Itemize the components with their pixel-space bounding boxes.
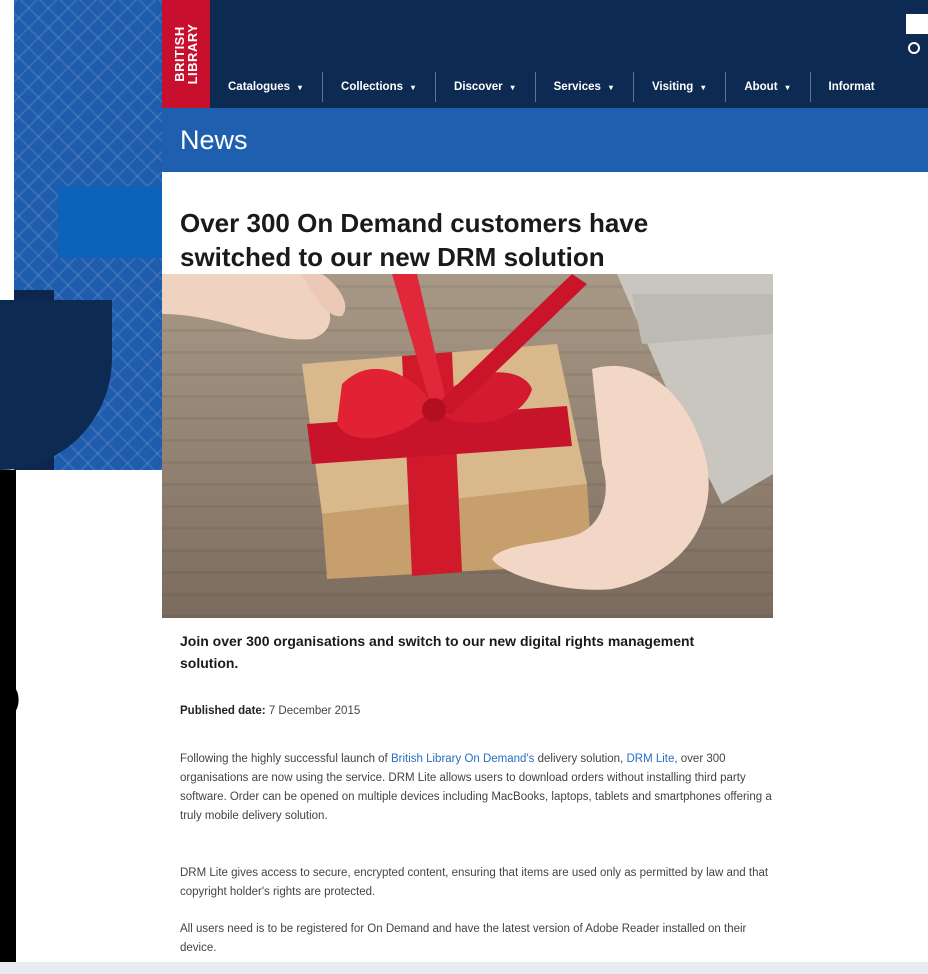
bow-knot [422, 398, 446, 422]
nav-label: Services [553, 81, 601, 93]
article-headline: Over 300 On Demand customers have switch… [180, 208, 649, 272]
page-bottom-edge [0, 962, 928, 974]
article-hero-image [162, 274, 773, 618]
nav-item-visiting[interactable]: Visiting ▾ [634, 72, 727, 102]
article-lead: Join over 300 organisations and switch t… [180, 633, 695, 671]
british-library-logo[interactable]: BRITISH LIBRARY [162, 0, 210, 108]
nav-label: Discover [454, 81, 503, 93]
chevron-down-icon: ▾ [701, 82, 706, 92]
site-header: BRITISH LIBRARY Catalogues ▾ Collections… [162, 0, 928, 108]
paragraph-text: delivery solution, [534, 753, 627, 765]
nav-item-collections[interactable]: Collections ▾ [323, 72, 437, 102]
decorative-block [58, 186, 162, 258]
nav-item-discover[interactable]: Discover ▾ [436, 72, 536, 102]
british-library-on-demand-link[interactable]: British Library On Demand's [391, 753, 534, 765]
article: Over 300 On Demand customers have switch… [162, 172, 928, 974]
main-navigation: Catalogues ▾ Collections ▾ Discover ▾ Se… [210, 72, 895, 102]
chevron-down-icon: ▾ [785, 82, 790, 92]
decorative-letters: o s [0, 650, 21, 830]
nav-item-services[interactable]: Services ▾ [536, 72, 634, 102]
search-input[interactable] [906, 14, 928, 34]
nav-label: About [744, 81, 778, 93]
article-paragraph: Following the highly successful launch o… [180, 750, 775, 826]
gift-illustration [162, 274, 773, 590]
logo-text: BRITISH LIBRARY [172, 23, 200, 85]
chevron-down-icon: ▾ [608, 82, 613, 92]
search-icon[interactable] [908, 42, 920, 54]
published-date: Published date: 7 December 2015 [180, 705, 360, 717]
nav-item-catalogues[interactable]: Catalogues ▾ [210, 72, 324, 102]
chevron-down-icon: ▾ [298, 82, 303, 92]
decorative-letter: s [0, 740, 21, 830]
nav-label: Catalogues [228, 81, 290, 93]
paragraph-text: Following the highly successful launch o… [180, 753, 391, 765]
article-paragraph: All users need is to be registered for O… [180, 923, 747, 954]
section-title: News [180, 125, 248, 155]
article-paragraph: DRM Lite gives access to secure, encrypt… [180, 867, 769, 898]
hand-shape [162, 274, 331, 340]
nav-label: Visiting [651, 81, 694, 93]
nav-label: Collections [341, 81, 403, 93]
decorative-letter: o [0, 659, 22, 731]
published-label: Published date: [180, 705, 266, 717]
chevron-down-icon: ▾ [510, 82, 515, 92]
nav-item-about[interactable]: About ▾ [726, 72, 811, 102]
section-header: News [162, 108, 928, 172]
nav-label: Informat [828, 81, 875, 93]
decorative-background: o s [0, 0, 162, 974]
nav-item-information[interactable]: Informat [811, 72, 895, 102]
chevron-down-icon: ▾ [411, 82, 416, 92]
published-value: 7 December 2015 [268, 705, 361, 717]
drm-lite-link[interactable]: DRM Lite [626, 753, 674, 765]
logo-line-2: LIBRARY [185, 23, 200, 85]
